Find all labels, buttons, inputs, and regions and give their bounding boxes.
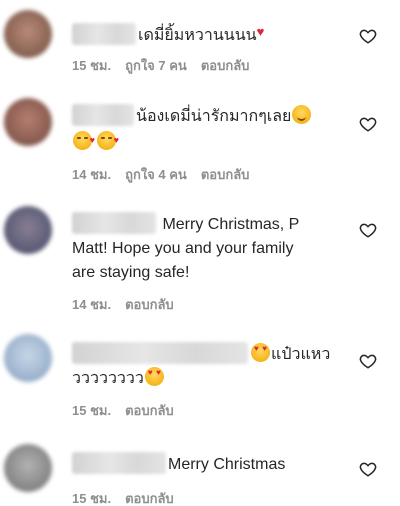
comment-text-line: Merry Christmas, P (162, 216, 300, 233)
reply-button[interactable]: ตอบกลับ (125, 297, 174, 312)
heart-outline-icon (359, 223, 377, 238)
kissing-face-emoji-icon (97, 128, 119, 152)
username-link[interactable] (72, 23, 136, 45)
reply-button[interactable]: ตอบกลับ (201, 167, 250, 182)
like-button[interactable] (359, 460, 377, 478)
username-link[interactable] (72, 452, 166, 474)
avatar[interactable] (4, 98, 52, 146)
heart-outline-icon (359, 117, 377, 132)
comment-meta: 15 ชม. ตอบกลับ (72, 402, 188, 420)
avatar[interactable] (4, 444, 52, 492)
comment-timestamp[interactable]: 14 ชม. (72, 167, 111, 182)
heart-outline-icon (359, 29, 377, 44)
comment-meta: 14 ชม. ถูกใจ 4 คน ตอบกลับ (72, 166, 263, 184)
comment-text: Merry Christmas, P (72, 212, 342, 237)
like-button[interactable] (359, 115, 377, 133)
comment-text-content: เดมี่ยิ้มหวานนนน (138, 27, 257, 44)
comment-text-line: are staying safe! (72, 264, 190, 281)
like-button[interactable] (359, 221, 377, 239)
avatar[interactable] (4, 206, 52, 254)
username-link[interactable] (72, 342, 248, 364)
comment-timestamp[interactable]: 15 ชม. (72, 58, 111, 73)
comment-text-content: Merry Christmas (168, 456, 286, 473)
like-button[interactable] (359, 27, 377, 45)
reply-button[interactable]: ตอบกลับ (125, 403, 174, 418)
comment-text: Merry Christmas (72, 452, 342, 477)
avatar[interactable] (4, 334, 52, 382)
smiling-face-emoji-icon (292, 105, 312, 124)
heart-eyes-emoji-icon (144, 367, 164, 386)
comment-text: น้องเดมี่น่ารักมากๆเลย (72, 104, 342, 129)
comment-text-line: วววววววว (72, 367, 342, 391)
comment-emoji-row (72, 128, 342, 155)
red-heart-emoji-icon: ♥ (256, 24, 265, 39)
avatar[interactable] (4, 10, 52, 58)
comment-text-line: แป๋วแหว (271, 346, 331, 363)
kissing-face-emoji-icon (73, 128, 95, 152)
comment-meta: 14 ชม. ตอบกลับ (72, 296, 188, 314)
comment-text-content: น้องเดมี่น่ารักมากๆเลย (136, 108, 292, 125)
heart-outline-icon (359, 354, 377, 369)
comment-timestamp[interactable]: 15 ชม. (72, 403, 111, 418)
comment-text-line: Matt! Hope you and your family (72, 240, 294, 257)
like-button[interactable] (359, 352, 377, 370)
heart-outline-icon (359, 462, 377, 477)
username-link[interactable] (72, 212, 156, 234)
comment-meta: 15 ชม. ถูกใจ 7 คน ตอบกลับ (72, 57, 263, 75)
comment-text: แป๋วแหว (72, 342, 342, 367)
comment-timestamp[interactable]: 15 ชม. (72, 491, 111, 506)
likes-count[interactable]: ถูกใจ 4 คน (125, 167, 187, 182)
reply-button[interactable]: ตอบกลับ (125, 491, 174, 506)
username-link[interactable] (72, 104, 134, 126)
comment-meta: 15 ชม. ตอบกลับ (72, 490, 188, 506)
comment-text: เดมี่ยิ้มหวานนนน♥ (72, 20, 342, 48)
reply-button[interactable]: ตอบกลับ (201, 58, 250, 73)
comment-text-line-content: วววววววว (72, 370, 144, 387)
heart-eyes-emoji-icon (251, 343, 270, 362)
comment-timestamp[interactable]: 14 ชม. (72, 297, 111, 312)
likes-count[interactable]: ถูกใจ 7 คน (125, 58, 187, 73)
